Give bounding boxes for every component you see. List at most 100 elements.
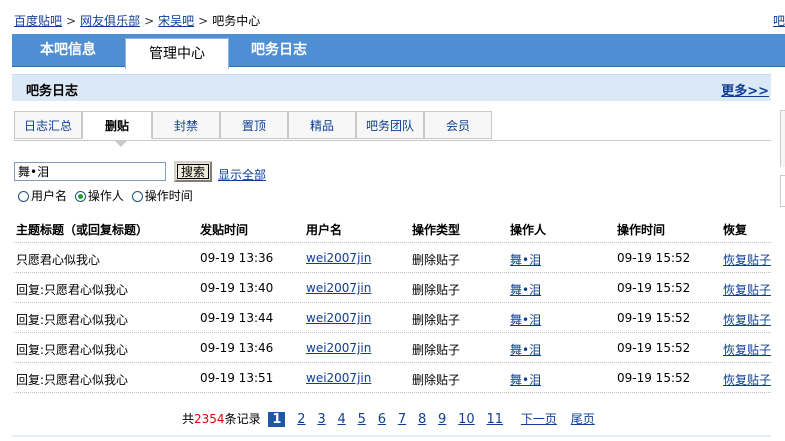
cell-op-time: 09-19 15:52 — [617, 251, 691, 265]
cell-title: 回复:只愿君心似我心 — [16, 283, 129, 297]
cell-op-time: 09-19 15:52 — [617, 371, 691, 385]
header-op-time: 操作时间 — [617, 223, 666, 237]
page-link[interactable]: 5 — [358, 412, 366, 427]
tab-forum-info[interactable]: 本吧信息 — [22, 34, 114, 66]
radio-username-label: 用户名 — [31, 189, 68, 203]
breadcrumb-separator: > — [66, 14, 77, 28]
show-all-link[interactable]: 显示全部 — [218, 166, 266, 183]
cell-post-time: 09-19 13:46 — [200, 341, 274, 355]
radio-username[interactable] — [18, 191, 29, 202]
radio-operator-label: 操作人 — [87, 189, 124, 203]
right-edge-link[interactable]: 吧 — [773, 12, 785, 29]
table-row: 回复:只愿君心似我心 09-19 13:46 wei2007jin 删除贴子 舞… — [14, 333, 771, 363]
page-link[interactable]: 10 — [458, 412, 475, 427]
header-operator: 操作人 — [510, 223, 547, 237]
radio-operator[interactable] — [74, 191, 86, 202]
cell-title: 回复:只愿君心似我心 — [16, 373, 129, 387]
radio-operation-time[interactable] — [131, 191, 143, 202]
cell-operator-link[interactable]: 舞•泪 — [510, 341, 541, 358]
page-link[interactable]: 3 — [317, 412, 325, 427]
cell-op-type: 删除贴子 — [412, 253, 461, 267]
page-link[interactable]: 9 — [438, 412, 446, 427]
cell-op-type: 删除贴子 — [412, 313, 461, 327]
right-sidebar-fragment — [780, 110, 785, 167]
restore-post-link[interactable]: 恢复贴子 — [723, 341, 771, 358]
section-title: 吧务日志 — [26, 84, 79, 99]
cell-username-link[interactable]: wei2007jin — [306, 311, 371, 325]
subtab-admin-team[interactable]: 吧务团队 — [356, 111, 424, 139]
tab-admin-log[interactable]: 吧务日志 — [238, 34, 320, 66]
cell-op-time: 09-19 15:52 — [617, 341, 691, 355]
tab-management-center[interactable]: 管理中心 — [125, 38, 229, 69]
breadcrumb-item-club[interactable]: 网友俱乐部 — [80, 14, 140, 28]
subtab-delete-post[interactable]: 删贴 — [82, 111, 152, 139]
table-row: 回复:只愿君心似我心 09-19 13:44 wei2007jin 删除贴子 舞… — [14, 303, 771, 333]
breadcrumb: 百度贴吧 > 网友俱乐部 > 宋吴吧 > 吧务中心 — [14, 12, 260, 29]
page-link[interactable]: 7 — [398, 412, 406, 427]
cell-operator-link[interactable]: 舞•泪 — [510, 311, 541, 328]
header-post-time: 发贴时间 — [200, 223, 249, 237]
restore-post-link[interactable]: 恢复贴子 — [723, 281, 771, 298]
breadcrumb-item-tieba[interactable]: 百度贴吧 — [14, 14, 62, 28]
cell-username-link[interactable]: wei2007jin — [306, 341, 371, 355]
pagination-suffix: 条记录 — [224, 412, 261, 426]
cell-title: 只愿君心似我心 — [16, 253, 101, 267]
header-op-type: 操作类型 — [412, 223, 461, 237]
search-input[interactable] — [14, 162, 166, 181]
cell-operator-link[interactable]: 舞•泪 — [510, 371, 541, 388]
pagination-prefix: 共 — [182, 412, 195, 426]
cell-post-time: 09-19 13:36 — [200, 251, 274, 265]
subtab-pin[interactable]: 置顶 — [220, 111, 288, 139]
search-button[interactable]: 搜索 — [174, 161, 212, 182]
cell-operator-link[interactable]: 舞•泪 — [510, 281, 541, 298]
header-username: 用户名 — [306, 223, 343, 237]
subtab-log-summary[interactable]: 日志汇总 — [14, 111, 82, 139]
section-header: 吧务日志 更多>> — [12, 74, 771, 101]
radio-operation-time-label: 操作时间 — [144, 189, 193, 203]
subtab-featured[interactable]: 精品 — [288, 111, 356, 139]
breadcrumb-separator: > — [198, 14, 209, 28]
cell-post-time: 09-19 13:40 — [200, 281, 274, 295]
bottom-divider — [12, 435, 771, 437]
table-row: 回复:只愿君心似我心 09-19 13:51 wei2007jin 删除贴子 舞… — [14, 363, 771, 393]
main-tab-bar: 本吧信息 管理中心 吧务日志 — [12, 34, 785, 69]
restore-post-link[interactable]: 恢复贴子 — [723, 371, 771, 388]
cell-title: 回复:只愿君心似我心 — [16, 343, 129, 357]
restore-post-link[interactable]: 恢复贴子 — [723, 251, 771, 268]
subtab-ban[interactable]: 封禁 — [152, 111, 220, 139]
page-link[interactable]: 2 — [297, 412, 305, 427]
cell-op-time: 09-19 15:52 — [617, 281, 691, 295]
total-record-count: 2354 — [194, 412, 225, 426]
deletion-log-table: 主题标题（或回复标题） 发贴时间 用户名 操作类型 操作人 操作时间 恢复 只愿… — [14, 212, 771, 393]
breadcrumb-separator: > — [144, 14, 155, 28]
cell-op-time: 09-19 15:52 — [617, 311, 691, 325]
page-link[interactable]: 11 — [487, 412, 504, 427]
cell-title: 回复:只愿君心似我心 — [16, 313, 129, 327]
cell-operator-link[interactable]: 舞•泪 — [510, 251, 541, 268]
page-link[interactable]: 4 — [338, 412, 346, 427]
restore-post-link[interactable]: 恢复贴子 — [723, 311, 771, 328]
page-current: 1 — [268, 412, 286, 427]
pagination: 共2354条记录 1 2 3 4 5 6 7 8 9 10 11 下一页 尾页 — [182, 410, 595, 427]
cell-username-link[interactable]: wei2007jin — [306, 371, 371, 385]
cell-op-type: 删除贴子 — [412, 343, 461, 357]
right-sidebar-input-fragment — [780, 175, 785, 207]
cell-post-time: 09-19 13:44 — [200, 311, 274, 325]
subtab-members[interactable]: 会员 — [424, 111, 492, 139]
cell-username-link[interactable]: wei2007jin — [306, 281, 371, 295]
header-title: 主题标题（或回复标题） — [16, 223, 149, 237]
cell-username-link[interactable]: wei2007jin — [306, 251, 371, 265]
breadcrumb-current: 吧务中心 — [212, 14, 261, 28]
breadcrumb-item-forum[interactable]: 宋吴吧 — [158, 14, 194, 28]
table-row: 回复:只愿君心似我心 09-19 13:40 wei2007jin 删除贴子 舞… — [14, 273, 771, 303]
page-link[interactable]: 6 — [378, 412, 386, 427]
next-page-link[interactable]: 下一页 — [521, 412, 557, 426]
more-link[interactable]: 更多>> — [721, 80, 769, 99]
cell-op-type: 删除贴子 — [412, 283, 461, 297]
table-header-row: 主题标题（或回复标题） 发贴时间 用户名 操作类型 操作人 操作时间 恢复 — [14, 212, 771, 243]
subtab-divider — [14, 140, 771, 141]
cell-post-time: 09-19 13:51 — [200, 371, 274, 385]
page-link[interactable]: 8 — [418, 412, 426, 427]
header-restore: 恢复 — [723, 223, 748, 237]
last-page-link[interactable]: 尾页 — [571, 412, 595, 426]
